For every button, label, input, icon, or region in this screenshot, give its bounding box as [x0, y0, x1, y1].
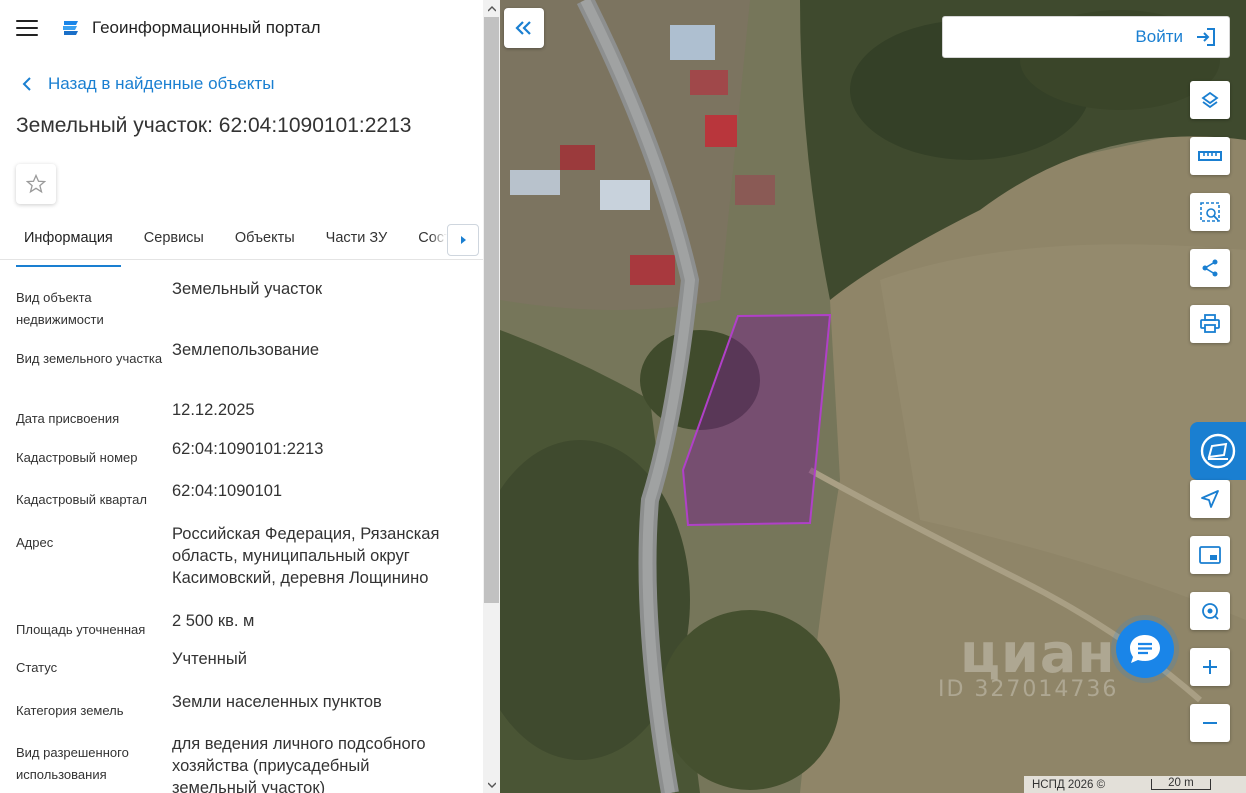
select-area-button[interactable] — [1190, 193, 1230, 231]
picture-in-picture-icon — [1199, 546, 1221, 564]
menu-icon[interactable] — [16, 20, 38, 36]
tab-services[interactable]: Сервисы — [136, 224, 212, 259]
zoom-in-icon — [1203, 660, 1217, 674]
portal-logo-icon — [63, 21, 78, 35]
property-label: Кадастровый номер — [16, 450, 138, 465]
property-label: Адрес — [16, 535, 54, 550]
attribution-text: НСПД 2026 © — [1032, 778, 1106, 791]
locate-icon — [1202, 603, 1219, 620]
property-value: Российская Федерация, Рязанская область,… — [172, 525, 440, 587]
property-row: Статус Учтенный — [16, 648, 467, 691]
tab-objects[interactable]: Объекты — [227, 224, 303, 259]
zoom-out-button[interactable] — [1190, 704, 1230, 742]
property-list: Вид объекта недвижимости Земельный участ… — [0, 260, 483, 793]
property-row: Площадь уточненная 2 500 кв. м — [16, 610, 467, 648]
property-value: Землепользование — [172, 341, 320, 359]
chat-button[interactable] — [1116, 620, 1174, 678]
property-row: Категория земель Земли населенных пункто… — [16, 691, 467, 733]
double-chevron-left-icon — [515, 21, 531, 35]
ruler-button[interactable] — [1190, 137, 1230, 175]
property-value: Земельный участок — [172, 280, 323, 298]
side-panel-tab[interactable] — [1190, 422, 1246, 480]
property-label: Вид объекта недвижимости — [16, 290, 104, 327]
ruler-icon — [1198, 151, 1222, 161]
collapse-panel-button[interactable] — [504, 8, 544, 48]
portal-title: Геоинформационный портал — [92, 18, 321, 37]
page-title: Земельный участок: 62:04:1090101:2213 — [16, 114, 412, 137]
property-label: Дата присвоения — [16, 411, 120, 426]
chat-bubble-icon — [1130, 635, 1160, 663]
property-row: Вид земельного участка Землепользование — [16, 339, 467, 399]
tabs-fade — [430, 224, 447, 256]
navigate-button[interactable] — [1190, 480, 1230, 518]
login-button[interactable]: Войти — [942, 16, 1230, 58]
property-label: Кадастровый квартал — [16, 492, 147, 507]
map-view[interactable]: Войти циан ID 327014736 НСПД 2026 © 20 m — [500, 0, 1246, 793]
property-row: Кадастровый квартал 62:04:1090101 — [16, 480, 467, 523]
share-icon — [1202, 259, 1218, 277]
property-value: для ведения личного подсобного хозяйства… — [172, 735, 426, 793]
tab-bar: Информация Сервисы Объекты Части ЗУ Сост… — [0, 224, 483, 267]
chevron-left-icon — [22, 77, 31, 91]
locate-button[interactable] — [1190, 592, 1230, 630]
print-button[interactable] — [1190, 305, 1230, 343]
property-value: Учтенный — [172, 650, 247, 668]
back-link[interactable]: Назад в найденные объекты — [0, 56, 483, 112]
picture-in-picture-button[interactable] — [1190, 536, 1230, 574]
scroll-down-arrow[interactable] — [483, 776, 500, 793]
scroll-up-arrow[interactable] — [483, 0, 500, 17]
map-attribution: НСПД 2026 © 20 m — [1024, 776, 1246, 793]
share-button[interactable] — [1190, 249, 1230, 287]
property-row: Вид разрешенного использования для веден… — [16, 733, 467, 793]
star-icon — [26, 174, 46, 194]
property-label: Статус — [16, 660, 58, 675]
property-value: 2 500 кв. м — [172, 612, 255, 630]
property-value: Земли населенных пунктов — [172, 693, 382, 711]
favorite-button[interactable] — [16, 164, 56, 204]
property-row: Дата присвоения 12.12.2025 — [16, 399, 467, 438]
watermark-brand: циан — [960, 622, 1116, 685]
property-row: Вид объекта недвижимости Земельный участ… — [16, 278, 467, 339]
property-row: Адрес Российская Федерация, Рязанская об… — [16, 523, 467, 610]
login-label: Войти — [1135, 27, 1183, 46]
property-label: Вид разрешенного использования — [16, 745, 129, 782]
layers-button[interactable] — [1190, 81, 1230, 119]
property-label: Категория земель — [16, 703, 124, 718]
back-link-label: Назад в найденные объекты — [48, 74, 275, 93]
tabs-scroll-right-button[interactable] — [447, 224, 479, 256]
info-panel: Геоинформационный портал Назад в найденн… — [0, 0, 483, 793]
property-value: 62:04:1090101 — [172, 482, 283, 500]
property-value: 62:04:1090101:2213 — [172, 440, 324, 458]
scale-bar: 20 m — [1151, 777, 1211, 790]
zoom-out-icon — [1203, 722, 1217, 724]
cian-watermark: циан ID 327014736 — [904, 622, 1118, 702]
property-value: 12.12.2025 — [172, 401, 255, 419]
login-icon — [1197, 28, 1215, 46]
tab-parts[interactable]: Части ЗУ — [318, 224, 396, 259]
layers-icon — [1201, 91, 1219, 109]
scrollbar-thumb[interactable] — [484, 17, 499, 603]
map-chat-icon — [1200, 433, 1236, 469]
property-label: Вид земельного участка — [16, 351, 163, 366]
panel-header: Геоинформационный портал — [0, 0, 483, 56]
panel-scrollbar[interactable] — [483, 0, 500, 793]
zoom-in-button[interactable] — [1190, 648, 1230, 686]
property-row: Кадастровый номер 62:04:1090101:2213 — [16, 438, 467, 480]
tab-information[interactable]: Информация — [16, 224, 121, 267]
navigate-icon — [1201, 490, 1219, 508]
watermark-id: ID 327014736 — [938, 677, 1119, 702]
print-icon — [1200, 314, 1220, 333]
select-area-icon — [1200, 202, 1220, 222]
property-label: Площадь уточненная — [16, 622, 146, 637]
caret-right-icon — [461, 236, 466, 244]
